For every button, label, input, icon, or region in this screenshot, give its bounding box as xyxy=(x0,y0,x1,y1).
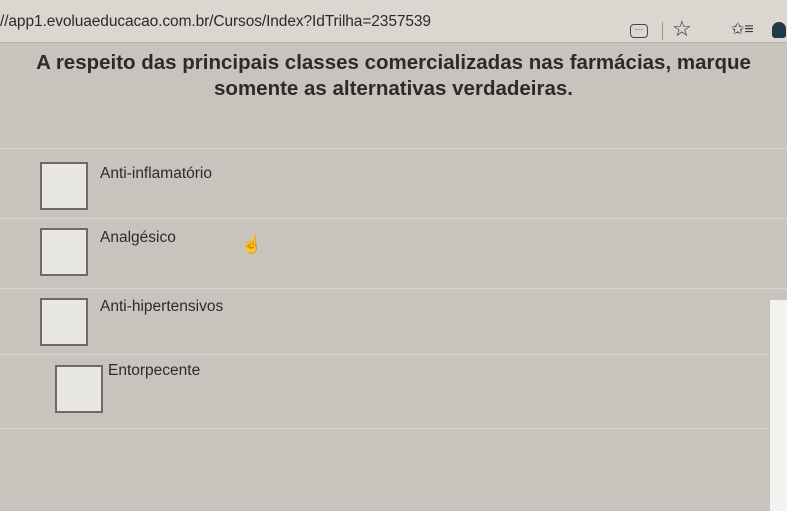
checkbox[interactable] xyxy=(55,365,103,413)
reader-mode-icon[interactable]: ··· xyxy=(630,24,648,38)
option-row[interactable]: Entorpecente xyxy=(0,354,787,425)
option-row[interactable]: Anti-hipertensivos xyxy=(0,288,787,355)
hand-cursor-icon: ☝ xyxy=(241,235,263,254)
option-row[interactable]: Anti-inflamatório xyxy=(0,148,787,219)
question-text: A respeito das principais classes comerc… xyxy=(36,51,751,100)
star-icon[interactable]: ☆ xyxy=(672,18,692,40)
option-label: Anti-hipertensivos xyxy=(100,298,224,315)
profile-icon[interactable] xyxy=(772,22,786,38)
option-label: Analgésico xyxy=(100,229,176,246)
option-row[interactable]: Analgésico xyxy=(0,218,787,289)
favorites-icon[interactable]: ✩≡ xyxy=(731,22,754,38)
checkbox[interactable] xyxy=(40,228,88,276)
page-edge xyxy=(770,300,787,511)
url-text[interactable]: //app1.evoluaeducacao.com.br/Cursos/Inde… xyxy=(0,13,431,31)
browser-address-bar: //app1.evoluaeducacao.com.br/Cursos/Inde… xyxy=(0,0,787,43)
checkbox[interactable] xyxy=(40,298,88,346)
checkbox[interactable] xyxy=(40,162,88,210)
option-label: Anti-inflamatório xyxy=(100,165,212,182)
option-label: Entorpecente xyxy=(108,362,201,379)
toolbar-divider xyxy=(662,22,663,40)
options-bottom-divider xyxy=(0,428,787,429)
